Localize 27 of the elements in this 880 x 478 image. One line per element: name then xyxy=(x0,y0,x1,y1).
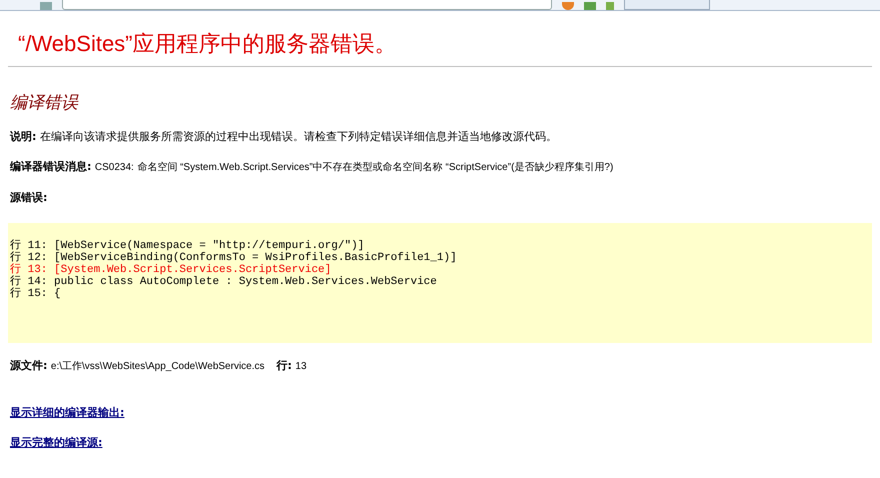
code-line: public class AutoComplete : System.Web.Services.WebService xyxy=(54,276,437,288)
line-number: 行 14: xyxy=(10,276,48,288)
section-heading: 编译错误 xyxy=(10,92,80,114)
line-value: 13 xyxy=(295,361,307,372)
error-message: 命名空间 “System.Web.Script.Services”中不存在类型或命名空间名称 “ScriptService”(是否缺少程序集引用?) xyxy=(137,162,614,173)
line-number: 行 13: xyxy=(10,264,48,276)
code-line: [System.Web.Script.Services.ScriptService] xyxy=(54,264,332,276)
description-label: 说明: xyxy=(10,130,36,143)
code-line: [WebService(Namespace = "http://tempuri.org/")] xyxy=(54,240,364,252)
message-label: 编译器错误消息: xyxy=(10,160,92,173)
source-file-label: 源文件: xyxy=(10,359,48,372)
square-icon[interactable] xyxy=(606,2,614,10)
file-path: e:\工作\vss\WebSites\App_Code\WebService.cs xyxy=(50,361,265,372)
source-error-label: 源错误: xyxy=(10,191,48,204)
toggle-link[interactable]: 显示详细的编译器输出: xyxy=(10,406,124,419)
page-title: “/WebSites”应用程序中的服务器错误。 xyxy=(18,30,398,58)
error-code: CS0234: xyxy=(94,162,134,173)
toolbar-button[interactable] xyxy=(624,0,710,10)
code-line: [WebServiceBinding(ConformsTo = WsiProfiles.BasicProfile1_1)] xyxy=(54,252,457,264)
line-label: 行: xyxy=(276,359,292,372)
line-number: 行 11: xyxy=(10,240,48,252)
description-text: 在编译向该请求提供服务所需资源的过程中出现错误。请检查下列特定错误详细信息并适当地修改源代码。 xyxy=(40,130,557,143)
line-number: 行 15: xyxy=(10,288,48,300)
search-field[interactable] xyxy=(62,0,552,10)
toggle-link[interactable]: 显示完整的编译源: xyxy=(10,436,102,449)
code-line: { xyxy=(54,288,61,300)
line-number: 行 12: xyxy=(10,252,48,264)
